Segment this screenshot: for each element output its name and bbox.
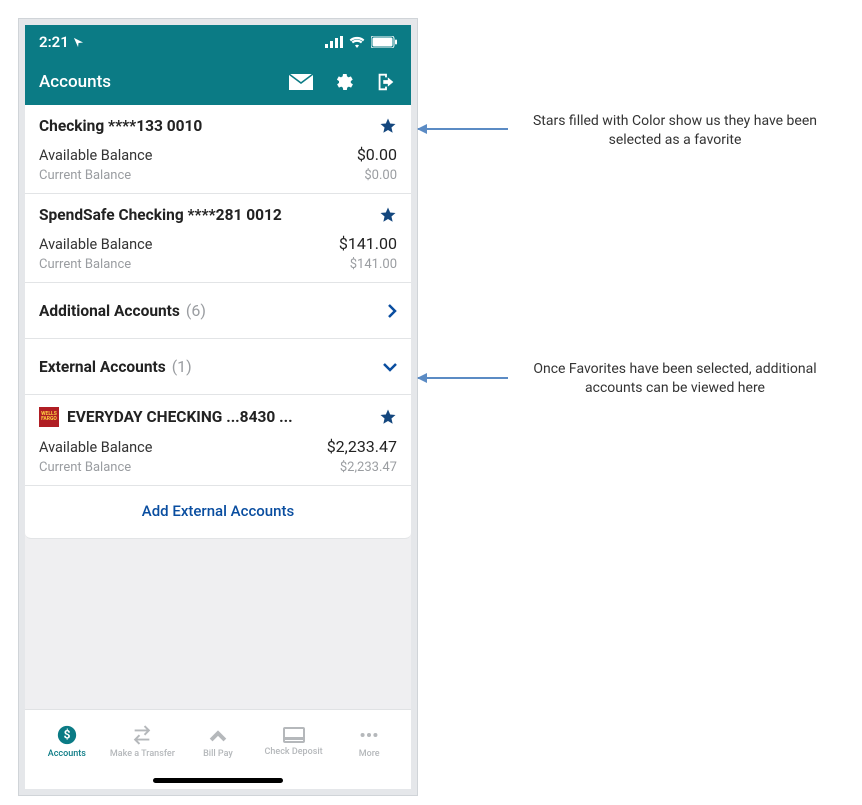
available-balance-label: Available Balance bbox=[39, 236, 152, 253]
svg-text:$: $ bbox=[63, 728, 70, 742]
more-icon bbox=[358, 724, 380, 746]
account-name: EVERYDAY CHECKING ...8430 ... bbox=[67, 408, 293, 426]
nav-deposit[interactable]: Check Deposit bbox=[256, 726, 332, 757]
available-balance-label: Available Balance bbox=[39, 439, 152, 456]
favorite-star-icon[interactable] bbox=[379, 408, 397, 426]
bank-logo-badge: WELLS FARGO bbox=[39, 407, 59, 427]
transfer-icon bbox=[131, 724, 153, 746]
annotation-text-1: Stars filled with Color show us they hav… bbox=[510, 112, 840, 150]
battery-icon bbox=[371, 36, 397, 48]
add-external-accounts-button[interactable]: Add External Accounts bbox=[25, 486, 411, 539]
phone-screen: 2:21 Accounts bbox=[25, 25, 411, 789]
deposit-icon bbox=[282, 726, 306, 744]
billpay-icon bbox=[207, 724, 229, 746]
current-balance-label: Current Balance bbox=[39, 168, 131, 183]
content-area: Checking ****133 0010 Available Balance … bbox=[25, 105, 411, 709]
current-balance-label: Current Balance bbox=[39, 460, 131, 475]
external-accounts-count: (1) bbox=[172, 357, 192, 376]
account-card[interactable]: Checking ****133 0010 Available Balance … bbox=[25, 105, 411, 194]
current-balance-value: $141.00 bbox=[350, 257, 397, 272]
annotation-arrow-2 bbox=[418, 377, 508, 379]
chevron-right-icon bbox=[387, 304, 397, 318]
chevron-down-icon bbox=[383, 362, 397, 372]
external-accounts-label: External Accounts bbox=[39, 358, 166, 376]
app-header: Accounts bbox=[25, 59, 411, 105]
account-name: SpendSafe Checking ****281 0012 bbox=[39, 206, 282, 224]
nav-label: Check Deposit bbox=[265, 747, 323, 757]
available-balance-value: $2,233.47 bbox=[327, 437, 397, 456]
additional-accounts-count: (6) bbox=[186, 301, 206, 320]
phone-frame: 2:21 Accounts bbox=[18, 18, 418, 796]
page-title: Accounts bbox=[39, 72, 111, 92]
current-balance-label: Current Balance bbox=[39, 257, 131, 272]
account-name: Checking ****133 0010 bbox=[39, 117, 202, 135]
gear-icon[interactable] bbox=[333, 71, 355, 93]
cell-signal-icon bbox=[325, 36, 343, 48]
home-indicator-area bbox=[25, 771, 411, 789]
bottom-nav: $ Accounts Make a Transfer Bill Pay bbox=[25, 709, 411, 771]
current-balance-value: $0.00 bbox=[364, 168, 397, 183]
additional-accounts-label: Additional Accounts bbox=[39, 302, 180, 320]
status-time: 2:21 bbox=[39, 33, 69, 51]
annotation-arrow-1 bbox=[418, 128, 508, 130]
nav-more[interactable]: More bbox=[331, 724, 407, 759]
nav-accounts[interactable]: $ Accounts bbox=[29, 724, 105, 759]
external-accounts-row[interactable]: External Accounts (1) bbox=[25, 339, 411, 395]
favorite-star-icon[interactable] bbox=[379, 206, 397, 224]
wifi-icon bbox=[349, 36, 365, 48]
nav-label: Bill Pay bbox=[203, 749, 233, 759]
available-balance-value: $141.00 bbox=[339, 234, 397, 253]
logout-icon[interactable] bbox=[375, 71, 397, 93]
status-bar: 2:21 bbox=[25, 25, 411, 59]
accounts-icon: $ bbox=[56, 724, 78, 746]
nav-billpay[interactable]: Bill Pay bbox=[180, 724, 256, 759]
available-balance-label: Available Balance bbox=[39, 147, 152, 164]
current-balance-value: $2,233.47 bbox=[340, 460, 397, 475]
favorite-star-icon[interactable] bbox=[379, 117, 397, 135]
location-icon bbox=[73, 37, 84, 48]
external-account-card[interactable]: WELLS FARGO EVERYDAY CHECKING ...8430 ..… bbox=[25, 395, 411, 486]
additional-accounts-row[interactable]: Additional Accounts (6) bbox=[25, 283, 411, 339]
account-card[interactable]: SpendSafe Checking ****281 0012 Availabl… bbox=[25, 194, 411, 283]
nav-label: Accounts bbox=[48, 749, 86, 759]
annotation-text-2: Once Favorites have been selected, addit… bbox=[510, 360, 840, 398]
nav-label: More bbox=[359, 749, 380, 759]
home-indicator[interactable] bbox=[153, 778, 283, 783]
available-balance-value: $0.00 bbox=[357, 145, 397, 164]
nav-label: Make a Transfer bbox=[110, 749, 175, 759]
mail-icon[interactable] bbox=[289, 74, 313, 90]
nav-transfer[interactable]: Make a Transfer bbox=[105, 724, 181, 759]
